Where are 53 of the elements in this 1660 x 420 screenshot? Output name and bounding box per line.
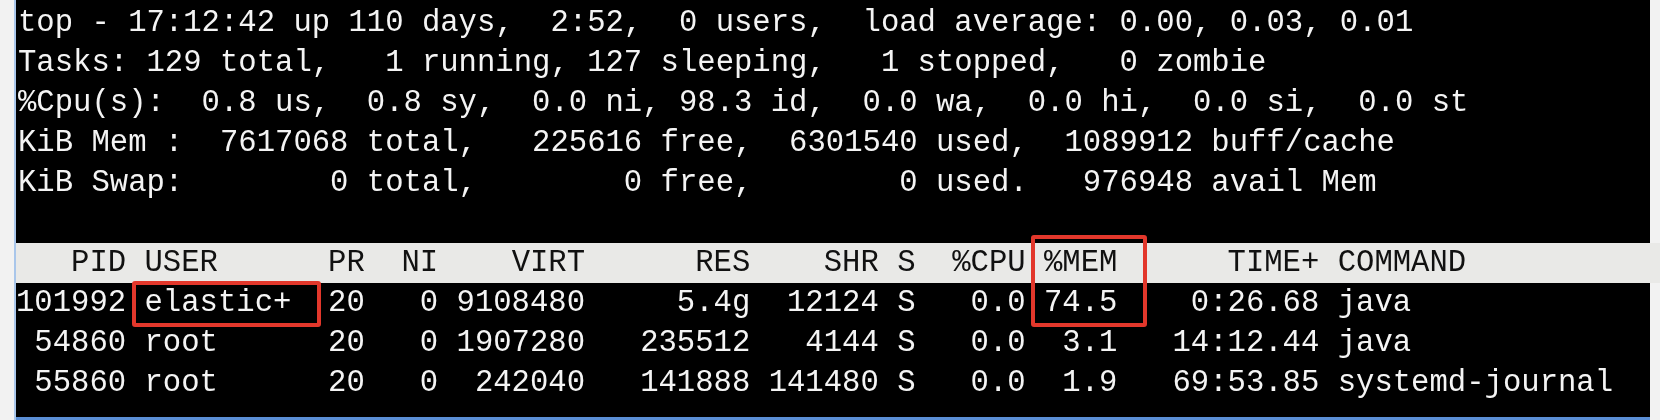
table-cell-text: 74.5	[1042, 285, 1118, 322]
table-cell-text: S	[896, 365, 916, 402]
terminal-line: Tasks: 129 total, 1 running, 127 sleeping, 1 stopped, 0 zombie	[17, 45, 1268, 82]
table-cell-text: 69:53.85	[1171, 365, 1320, 402]
column-header: SHR	[822, 245, 879, 282]
column-header: USER	[143, 245, 219, 282]
table-cell-text: elastic+	[143, 285, 292, 322]
table-cell-text: 242040	[473, 365, 586, 402]
table-cell-text: systemd-journal	[1336, 365, 1614, 402]
terminal-line: %Cpu(s): 0.8 us, 0.8 sy, 0.0 ni, 98.3 id, 0.0 wa, 0.0 hi, 0.0 si, 0.0 st	[17, 85, 1470, 122]
table-cell-text: java	[1336, 285, 1413, 322]
table-cell-text: 12124	[786, 285, 879, 322]
table-cell-text: java	[1336, 325, 1413, 362]
table-cell-text: 141480	[767, 365, 879, 402]
table-cell-text: 0.0	[969, 325, 1026, 362]
table-cell-text: 3.1	[1061, 325, 1118, 362]
table-cell-text: S	[896, 285, 916, 322]
column-header: %MEM	[1042, 245, 1118, 282]
table-cell-text: 0:26.68	[1189, 285, 1320, 322]
terminal-line: KiB Mem : 7617068 total, 225616 free, 6301540 used, 1089912 buff/cache	[17, 125, 1396, 162]
column-header: NI	[400, 245, 439, 282]
table-cell-text: root	[143, 325, 219, 362]
table-cell-text: 0	[418, 285, 439, 322]
table-cell-text: 0	[418, 325, 439, 362]
table-cell-text: 1907280	[455, 325, 586, 362]
table-cell-text: S	[896, 325, 916, 362]
column-header: PID	[70, 245, 127, 282]
table-cell-text: 1.9	[1061, 365, 1118, 402]
table-cell-text: 141888	[639, 365, 751, 402]
table-cell-text: 9108480	[455, 285, 586, 322]
terminal-line: KiB Swap: 0 total, 0 free, 0 used. 976948 avail Mem	[17, 165, 1378, 202]
column-header: S	[896, 245, 916, 282]
table-cell-text: 14:12.44	[1171, 325, 1320, 362]
table-cell-text: 20	[327, 365, 365, 402]
table-cell-text: 0	[418, 365, 439, 402]
table-cell-text: 5.4g	[675, 285, 751, 322]
table-cell-text: 20	[327, 325, 365, 362]
terminal-line: top - 17:12:42 up 110 days, 2:52, 0 users, load average: 0.00, 0.03, 0.01	[17, 5, 1415, 42]
table-cell-text: 20	[327, 285, 365, 322]
column-header: COMMAND	[1336, 245, 1468, 282]
table-cell-text: 0.0	[969, 365, 1026, 402]
column-header: %CPU	[951, 245, 1026, 282]
column-header: PR	[327, 245, 365, 282]
column-header: VIRT	[510, 245, 586, 282]
table-cell-text: 101992	[16, 285, 127, 322]
table-cell-text: 235512	[639, 325, 751, 362]
column-header: RES	[694, 245, 751, 282]
table-cell-text: 55860	[33, 365, 127, 402]
table-cell-text: 4144	[804, 325, 879, 362]
table-cell-text: 54860	[33, 325, 127, 362]
table-cell-text: 0.0	[969, 285, 1026, 322]
table-cell-text: root	[143, 365, 219, 402]
column-header: TIME+	[1226, 245, 1320, 282]
